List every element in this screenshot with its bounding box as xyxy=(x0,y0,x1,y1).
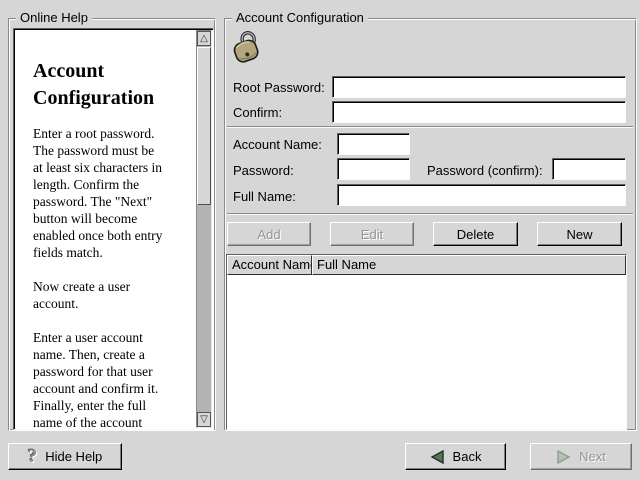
root-password-input[interactable] xyxy=(332,76,626,98)
separator xyxy=(227,126,633,128)
up-arrow-icon: △ xyxy=(200,33,208,44)
hide-help-button[interactable]: ? Hide Help xyxy=(8,443,122,470)
password-confirm-label: Password (confirm): xyxy=(427,163,543,179)
padlock-icon xyxy=(229,31,265,65)
hide-help-label: Hide Help xyxy=(45,449,102,464)
confirm-password-input[interactable] xyxy=(332,101,626,123)
help-heading: Account Configuration xyxy=(33,58,189,112)
scroll-down-button[interactable]: ▽ xyxy=(197,412,211,427)
question-mark-icon: ? xyxy=(28,447,38,466)
account-configuration-frame-label: Account Configuration xyxy=(232,10,368,26)
online-help-frame-label: Online Help xyxy=(16,10,92,26)
help-paragraph: Enter a root password. The password must… xyxy=(33,125,189,261)
help-scrollbar[interactable]: △ ▽ xyxy=(196,30,212,428)
password-confirm-input[interactable] xyxy=(552,158,626,180)
full-name-input[interactable] xyxy=(337,184,626,206)
next-button[interactable]: Next xyxy=(530,443,632,470)
next-label: Next xyxy=(579,449,606,464)
edit-button[interactable]: Edit xyxy=(330,222,414,246)
help-content: Account Configuration Enter a root passw… xyxy=(15,30,195,428)
back-arrow-icon xyxy=(430,450,445,464)
accounts-table-body[interactable] xyxy=(227,275,626,429)
back-label: Back xyxy=(453,449,482,464)
next-arrow-icon xyxy=(556,450,571,464)
root-password-label: Root Password: xyxy=(233,80,325,96)
accounts-table: Account Name Full Name xyxy=(226,254,627,430)
column-header-full-name[interactable]: Full Name xyxy=(312,255,626,275)
account-name-label: Account Name: xyxy=(233,137,322,153)
back-button[interactable]: Back xyxy=(405,443,506,470)
down-arrow-icon: ▽ xyxy=(200,414,208,425)
accounts-table-header: Account Name Full Name xyxy=(227,255,626,275)
help-paragraph: Enter a user account name. Then, create … xyxy=(33,329,189,428)
new-button[interactable]: New xyxy=(537,222,622,246)
account-name-input[interactable] xyxy=(337,133,410,155)
scrollbar-thumb[interactable] xyxy=(197,47,211,205)
column-header-account-name[interactable]: Account Name xyxy=(227,255,312,275)
help-paragraph: Now create a user account. xyxy=(33,278,189,312)
confirm-label: Confirm: xyxy=(233,105,282,121)
scroll-up-button[interactable]: △ xyxy=(197,31,211,46)
password-input[interactable] xyxy=(337,158,410,180)
separator xyxy=(227,213,633,215)
add-button[interactable]: Add xyxy=(227,222,311,246)
password-label: Password: xyxy=(233,163,294,179)
delete-button[interactable]: Delete xyxy=(433,222,518,246)
full-name-label: Full Name: xyxy=(233,189,296,205)
